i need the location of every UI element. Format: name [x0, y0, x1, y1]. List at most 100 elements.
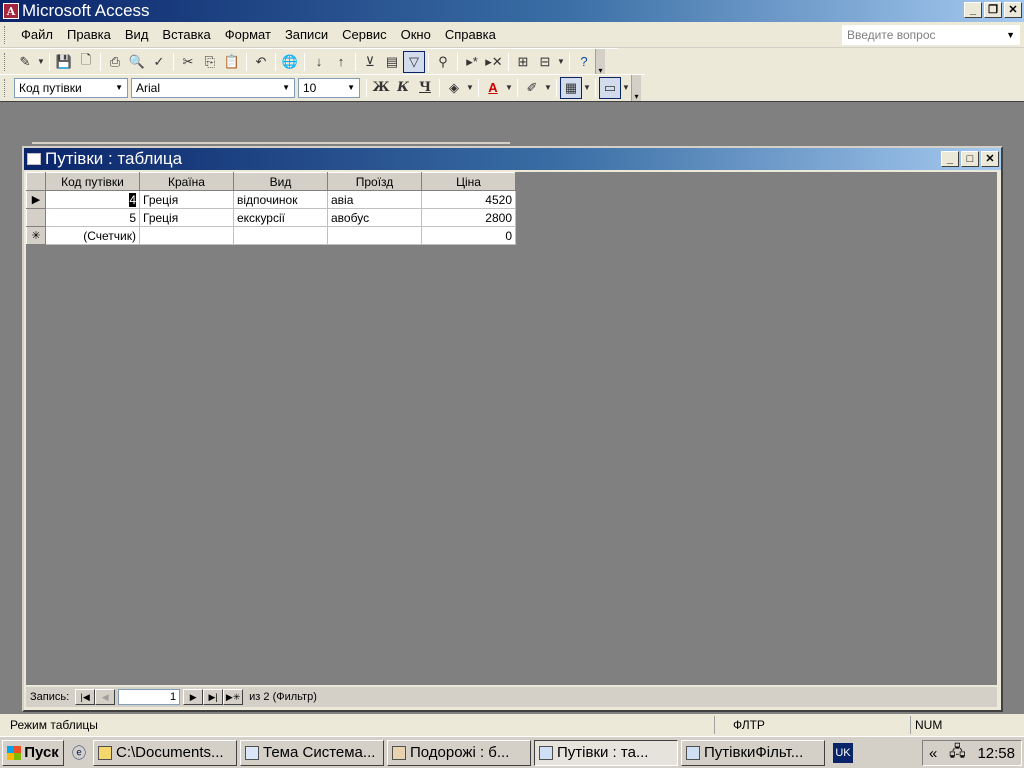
- cell-kind[interactable]: відпочинок: [233, 190, 328, 209]
- new-object-icon[interactable]: ⊟: [534, 51, 556, 73]
- chevron-down-icon[interactable]: ▼: [556, 51, 566, 73]
- cell-transport[interactable]: [327, 226, 422, 245]
- menu-edit[interactable]: Правка: [60, 25, 118, 44]
- cell-code[interactable]: 4: [45, 190, 140, 209]
- font-select[interactable]: Arial ▼: [131, 77, 295, 98]
- underline-button[interactable]: Ч: [414, 77, 436, 99]
- chevron-down-icon[interactable]: ▼: [621, 77, 631, 99]
- cut-icon[interactable]: ✂: [177, 51, 199, 73]
- cell-price[interactable]: 0: [421, 226, 516, 245]
- delete-record-icon[interactable]: ▸✕: [483, 51, 505, 73]
- maximize-button[interactable]: □: [961, 151, 979, 167]
- access-key-icon[interactable]: A: [3, 3, 19, 19]
- save-icon[interactable]: 💾: [53, 51, 75, 73]
- gridlines-icon[interactable]: ▦: [560, 76, 582, 99]
- cell-transport[interactable]: авобус: [327, 208, 422, 227]
- sort-ascending-icon[interactable]: ↓: [308, 51, 330, 73]
- ask-question-input[interactable]: Введите вопрос ▼: [842, 25, 1020, 45]
- chevron-down-icon[interactable]: ▼: [543, 77, 553, 99]
- copy-icon[interactable]: ⎘: [199, 51, 221, 73]
- menu-tools[interactable]: Сервис: [335, 25, 394, 44]
- paste-icon[interactable]: 📋: [221, 51, 243, 73]
- task-word[interactable]: Тема Система...: [240, 739, 384, 766]
- column-header-price[interactable]: Ціна: [421, 172, 516, 191]
- menu-format[interactable]: Формат: [218, 25, 278, 44]
- clock[interactable]: 12:58: [977, 745, 1015, 762]
- spelling-icon[interactable]: ✓: [148, 51, 170, 73]
- chevron-down-icon[interactable]: ▼: [36, 51, 46, 73]
- toolbar-options-icon[interactable]: ▾: [595, 48, 605, 75]
- select-all-corner[interactable]: [26, 172, 46, 191]
- column-header-country[interactable]: Країна: [139, 172, 234, 191]
- menu-window[interactable]: Окно: [394, 25, 438, 44]
- print-preview-icon[interactable]: 🔍: [126, 51, 148, 73]
- next-record-icon[interactable]: ▶: [183, 689, 204, 705]
- tray-expand-icon[interactable]: «: [929, 745, 937, 762]
- database-window-icon[interactable]: ⊞: [512, 51, 534, 73]
- sort-descending-icon[interactable]: ↑: [330, 51, 352, 73]
- restore-button[interactable]: ❐: [984, 2, 1002, 18]
- italic-button[interactable]: К: [392, 77, 414, 99]
- chevron-down-icon[interactable]: ▼: [347, 83, 355, 92]
- table-icon[interactable]: [27, 153, 41, 165]
- font-color-icon[interactable]: A: [482, 77, 504, 99]
- minimize-button[interactable]: _: [964, 2, 982, 18]
- bold-button[interactable]: Ж: [370, 77, 392, 99]
- menu-records[interactable]: Записи: [278, 25, 335, 44]
- apply-filter-icon[interactable]: ▽: [403, 50, 425, 73]
- cell-code[interactable]: (Счетчик): [45, 226, 140, 245]
- filter-by-form-icon[interactable]: ▤: [381, 51, 403, 73]
- cell-kind[interactable]: екскурсії: [233, 208, 328, 227]
- column-header-kind[interactable]: Вид: [233, 172, 328, 191]
- close-button[interactable]: ✕: [981, 151, 999, 167]
- fill-color-icon[interactable]: ◈: [443, 77, 465, 99]
- app-titlebar[interactable]: A Microsoft Access _ ❐ ✕: [0, 0, 1024, 22]
- chevron-down-icon[interactable]: ▼: [115, 83, 123, 92]
- new-record-asterisk-icon[interactable]: ✳: [26, 226, 46, 245]
- menu-help[interactable]: Справка: [438, 25, 503, 44]
- cell-kind[interactable]: [233, 226, 328, 245]
- menu-view[interactable]: Вид: [118, 25, 156, 44]
- first-record-icon[interactable]: |◀: [75, 689, 96, 705]
- last-record-icon[interactable]: ▶|: [203, 689, 224, 705]
- new-record-icon[interactable]: ▸*: [461, 51, 483, 73]
- chevron-down-icon[interactable]: ▼: [582, 77, 592, 99]
- task-filter[interactable]: ПутівкиФільт...: [681, 739, 825, 766]
- cell-country[interactable]: Греція: [139, 208, 234, 227]
- datasheet-titlebar[interactable]: Путівки : таблица _ □ ✕: [24, 148, 1001, 170]
- menu-grip[interactable]: [4, 25, 8, 44]
- task-database[interactable]: Подорожі : б...: [387, 739, 531, 766]
- record-number-input[interactable]: 1: [118, 689, 181, 705]
- cell-transport[interactable]: авіа: [327, 190, 422, 209]
- cell-country[interactable]: Греція: [139, 190, 234, 209]
- cell-price[interactable]: 2800: [421, 208, 516, 227]
- file-search-icon[interactable]: 🗋: [75, 51, 97, 73]
- print-icon[interactable]: ⎙: [104, 51, 126, 73]
- undo-icon[interactable]: ↶: [250, 51, 272, 73]
- current-record-arrow-icon[interactable]: ▶: [26, 190, 46, 209]
- previous-record-icon[interactable]: ◀: [95, 689, 116, 705]
- toolbar-options-icon[interactable]: ▾: [631, 74, 641, 101]
- chevron-down-icon[interactable]: ▼: [282, 83, 290, 92]
- start-button[interactable]: Пуск: [2, 739, 64, 766]
- cell-code[interactable]: 5: [45, 208, 140, 227]
- view-icon[interactable]: ✎: [14, 51, 36, 73]
- network-icon[interactable]: 🖧: [949, 741, 966, 766]
- column-header-code[interactable]: Код путівки: [45, 172, 140, 191]
- language-indicator[interactable]: UK: [833, 742, 853, 763]
- cell-price[interactable]: 4520: [421, 190, 516, 209]
- chevron-down-icon[interactable]: ▼: [504, 77, 514, 99]
- filter-by-selection-icon[interactable]: ⊻: [359, 51, 381, 73]
- special-effect-icon[interactable]: ▭: [599, 76, 621, 99]
- cell-country[interactable]: [139, 226, 234, 245]
- font-size-select[interactable]: 10 ▼: [298, 77, 360, 98]
- task-table[interactable]: Путівки : та...: [534, 739, 678, 766]
- help-icon[interactable]: ?: [573, 51, 595, 73]
- close-button[interactable]: ✕: [1004, 2, 1022, 18]
- ie-quicklaunch-icon[interactable]: ⓔ: [68, 742, 90, 764]
- toolbar-grip[interactable]: [4, 78, 8, 97]
- field-select[interactable]: Код путівки ▼: [14, 77, 128, 98]
- line-color-icon[interactable]: ✐: [521, 77, 543, 99]
- find-icon[interactable]: ⚲: [432, 51, 454, 73]
- task-explorer[interactable]: C:\Documents...: [93, 739, 237, 766]
